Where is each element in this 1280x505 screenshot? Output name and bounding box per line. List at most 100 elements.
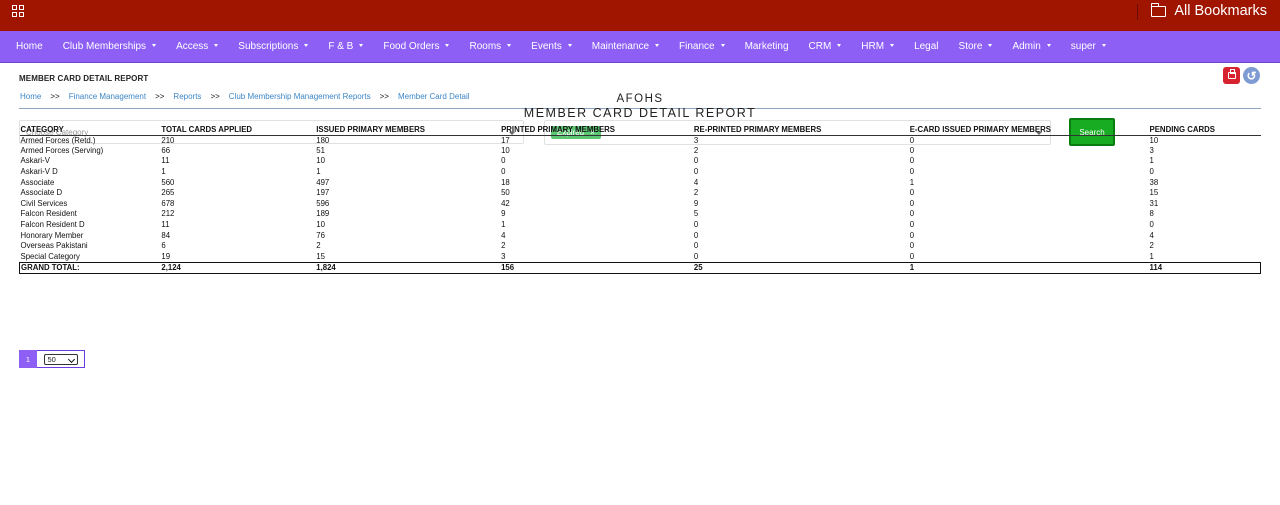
all-bookmarks-button[interactable]: All Bookmarks [1150,2,1267,19]
caret-down-icon [445,44,450,47]
nav-item-label: Marketing [744,41,789,52]
table-cell: 0 [909,156,915,166]
nav-item-store[interactable]: Store [949,41,1003,52]
caret-down-icon [837,44,842,47]
table-cell: 197 [316,188,330,198]
page-title: MEMBER CARD DETAIL REPORT [19,74,149,83]
table-cell: 11 [161,156,170,166]
caret-down-icon [1046,44,1051,47]
table-cell: Special Category [20,251,80,261]
table-cell: 497 [316,177,330,187]
back-arrow-icon: ↺ [1246,68,1257,83]
column-header: ISSUED PRIMARY MEMBERS [315,125,501,136]
folder-icon [1150,2,1167,17]
caret-down-icon [720,44,725,47]
chevron-down-icon [67,355,75,363]
nav-item-f-b[interactable]: F & B [318,41,373,52]
caret-down-icon [152,44,157,47]
table-cell: 4 [693,177,699,187]
nav-item-label: Finance [679,41,715,52]
apps-grid-icon[interactable] [12,5,26,19]
nav-item-hrm[interactable]: HRM [851,41,904,52]
table-cell: 17 [501,135,510,145]
back-button[interactable]: ↺ [1243,67,1260,84]
table-row: Falcon Resident 212 189 9 5 0 8 [20,209,1261,220]
nav-item-rooms[interactable]: Rooms [459,41,521,52]
table-cell: 0 [501,167,506,177]
table-row: Associate D 265 197 50 2 0 15 [20,188,1261,199]
page-size-wrapper: 50 [37,350,85,368]
nav-item-subscriptions[interactable]: Subscriptions [228,41,318,52]
page-size-value: 50 [47,354,56,364]
table-cell: 0 [693,251,699,261]
table-row: Askari-V 11 10 0 0 0 1 [20,156,1261,167]
caret-down-icon [988,44,993,47]
column-header: E-CARD ISSUED PRIMARY MEMBERS [908,125,1149,136]
table-header-row: CATEGORY TOTAL CARDS APPLIED ISSUED PRIMAR… [19,125,1261,136]
table-cell: 0 [909,209,915,219]
table-cell: 19 [161,251,171,261]
total-cell: 2,124 [160,261,316,274]
nav-item-food-orders[interactable]: Food Orders [373,41,459,52]
table-cell: 15 [316,251,325,261]
table-cell: Askari-V D [20,167,58,177]
table-row: Associate 560 497 18 4 1 38 [20,177,1261,188]
table-cell: 84 [161,230,171,240]
table-cell: 4 [1149,230,1154,240]
page-1-button[interactable]: 1 [19,350,37,368]
table-cell: 66 [161,145,171,155]
table-cell: 2 [693,145,699,155]
table-cell: 180 [316,135,330,145]
caret-down-icon [890,44,895,47]
nav-item-club-memberships[interactable]: Club Memberships [53,41,166,52]
table-cell: 18 [501,177,510,187]
all-bookmarks-label: All Bookmarks [1174,3,1267,19]
nav-item-access[interactable]: Access [166,41,228,52]
table-cell: 596 [316,198,330,208]
table-cell: 0 [909,230,915,240]
table-cell: 4 [501,230,506,240]
table-cell: 9 [501,209,506,219]
table-cell: 0 [693,241,699,251]
report-title: MEMBER CARD DETAIL REPORT [523,106,757,120]
table-cell: 0 [909,251,915,261]
table-row: Armed Forces (Serving) 66 51 10 2 0 3 [20,146,1261,157]
table-cell: 0 [909,188,915,198]
table-cell: Overseas Pakistani [20,241,88,251]
pagination: 1 50 [19,350,85,368]
table-cell: 0 [693,156,699,166]
table-cell: 212 [161,209,175,219]
nav-item-admin[interactable]: Admin [1002,41,1060,52]
column-header: TOTAL CARDS APPLIED [160,125,316,136]
printer-icon [1227,69,1236,79]
nav-item-label: Club Memberships [62,41,147,52]
nav-item-maintenance[interactable]: Maintenance [582,41,669,52]
nav-item-marketing[interactable]: Marketing [735,41,799,52]
nav-item-legal[interactable]: Legal [904,41,948,52]
browser-topbar: All Bookmarks [0,0,1280,31]
table-cell: Armed Forces (Retd.) [20,135,96,145]
table-cell: 0 [693,230,699,240]
table-cell: Armed Forces (Serving) [20,145,104,155]
nav-item-super[interactable]: super [1061,41,1116,52]
table-cell: 10 [501,145,510,155]
page-size-select[interactable]: 50 [43,353,78,365]
table-cell: 31 [1149,198,1159,208]
table-cell: 0 [693,167,699,177]
table-cell: 51 [316,145,325,155]
nav-item-events[interactable]: Events [521,41,582,52]
nav-item-label: Subscriptions [238,41,299,52]
total-cell: 1,824 [315,261,501,274]
nav-item-label: Admin [1012,41,1041,52]
print-button[interactable] [1223,67,1240,84]
table-cell: 1 [909,177,915,187]
table-cell: 9 [693,198,699,208]
nav-item-label: Rooms [469,41,502,52]
table-row: Armed Forces (Retd.) 210 180 17 3 0 10 [20,135,1261,146]
table-cell: 0 [1149,220,1154,230]
table-row: Honorary Member 84 76 4 0 0 4 [20,230,1261,241]
table-cell: 210 [161,135,175,145]
nav-item-finance[interactable]: Finance [669,41,735,52]
nav-item-crm[interactable]: CRM [799,41,852,52]
nav-item-home[interactable]: Home [6,41,53,52]
